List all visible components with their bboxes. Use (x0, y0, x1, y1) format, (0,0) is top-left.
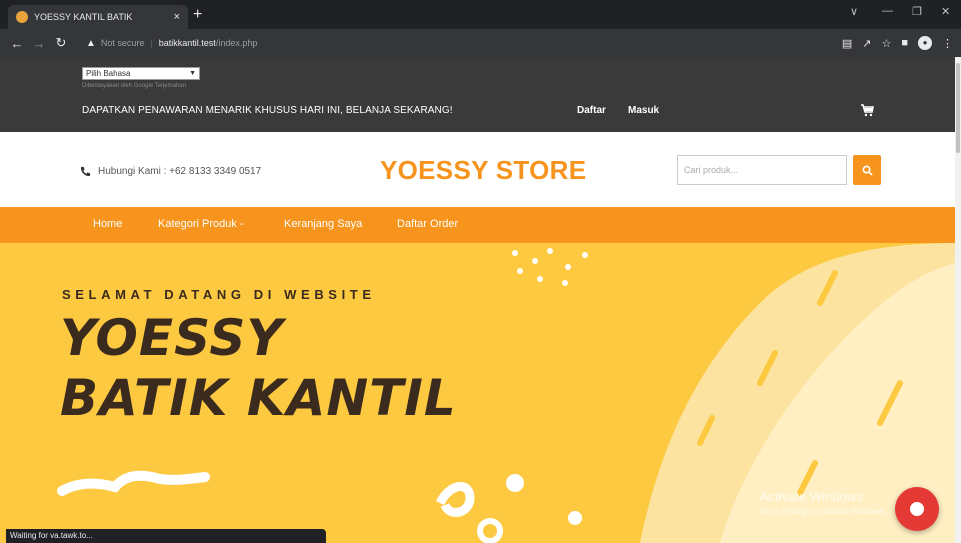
hero-welcome-text: SELAMAT DATANG DI WEBSITE (62, 287, 376, 302)
search-icon (862, 165, 873, 176)
restore-icon[interactable]: ❐ (912, 5, 922, 18)
translate-note: Diberdayakan oleh Google Terjemahan (82, 83, 186, 89)
nav-item-kategori[interactable]: Kategori Produk - (158, 218, 244, 230)
search-input[interactable] (677, 155, 847, 185)
language-select-value: Pilih Bahasa (86, 69, 131, 78)
store-logo-text[interactable]: YOESSY STORE (380, 155, 586, 186)
side-panel-icon[interactable]: ■ (901, 37, 908, 49)
toolbar-actions: ▤ ↗ ☆ ■ ● ⋮ (842, 29, 953, 57)
profile-icon[interactable]: ● (918, 36, 932, 50)
tab-search-icon[interactable]: ∨ (850, 5, 858, 18)
register-link[interactable]: Daftar (577, 105, 606, 116)
tab-bar: YOESSY KANTIL BATIK × + ∨ — ❐ ✕ (0, 0, 961, 29)
url-path: /index.php (215, 38, 258, 48)
nav-item-home[interactable]: Home (93, 218, 122, 230)
chat-widget-button[interactable] (895, 487, 939, 531)
top-bar: Pilih Bahasa ▼ Diberdayakan oleh Google … (0, 57, 955, 132)
close-tab-icon[interactable]: × (174, 11, 180, 23)
hero-banner: SELAMAT DATANG DI WEBSITE YOESSY BATIK K… (0, 243, 955, 543)
minimize-icon[interactable]: — (882, 5, 893, 17)
activate-windows-title: Activate Windows (760, 489, 863, 504)
close-window-icon[interactable]: ✕ (941, 5, 950, 18)
chat-icon (910, 502, 924, 516)
share-icon[interactable]: ↗ (862, 37, 871, 50)
activate-windows-subtext: Go to Settings to activate Windows. (760, 507, 887, 516)
login-link[interactable]: Masuk (628, 105, 659, 116)
translate-icon[interactable]: ▤ (842, 37, 852, 50)
site-header: Hubungi Kami : +62 8133 3349 0517 YOESSY… (0, 132, 955, 207)
new-tab-button[interactable]: + (193, 5, 202, 25)
address-bar-row: ← → ↻ ▲ Not secure | batikkantil.test /i… (0, 29, 961, 57)
reload-icon[interactable]: ↻ (50, 35, 72, 51)
status-bar: Waiting for va.tawk.to... (6, 529, 326, 543)
url-separator: | (150, 38, 153, 48)
search-button[interactable] (853, 155, 881, 185)
security-label: Not secure (100, 38, 145, 48)
back-icon[interactable]: ← (6, 36, 28, 51)
page-viewport: Pilih Bahasa ▼ Diberdayakan oleh Google … (0, 57, 955, 543)
hero-title-line1: YOESSY (60, 309, 284, 367)
contact-phone: Hubungi Kami : +62 8133 3349 0517 (98, 166, 262, 177)
url-field[interactable]: ▲ Not secure | batikkantil.test /index.p… (86, 33, 826, 53)
forward-icon[interactable]: → (28, 36, 50, 51)
nav-item-daftar-order[interactable]: Daftar Order (397, 218, 458, 230)
scrollbar-thumb[interactable] (956, 63, 960, 153)
nav-item-keranjang[interactable]: Keranjang Saya (284, 218, 362, 230)
favicon-icon (16, 11, 28, 23)
menu-kebab-icon[interactable]: ⋮ (942, 37, 953, 50)
promo-text: DAPATKAN PENAWARAN MENARIK KHUSUS HARI I… (82, 105, 453, 116)
language-select[interactable]: Pilih Bahasa ▼ (82, 67, 200, 80)
tab-title: YOESSY KANTIL BATIK (34, 12, 133, 22)
hero-title-line2: BATIK KANTIL (60, 369, 457, 427)
url-host: batikkantil.test (158, 38, 216, 48)
main-nav: Home Kategori Produk - Keranjang Saya Da… (0, 207, 955, 243)
browser-window: YOESSY KANTIL BATIK × + ∨ — ❐ ✕ ← → ↻ ▲ … (0, 0, 961, 543)
browser-tab[interactable]: YOESSY KANTIL BATIK × (8, 5, 188, 29)
phone-icon (80, 166, 91, 177)
page-scrollbar[interactable] (955, 57, 961, 543)
bookmark-star-icon[interactable]: ☆ (881, 37, 891, 50)
warning-icon: ▲ (86, 37, 96, 49)
chevron-down-icon: ▼ (189, 70, 196, 77)
cart-icon[interactable] (860, 103, 874, 117)
